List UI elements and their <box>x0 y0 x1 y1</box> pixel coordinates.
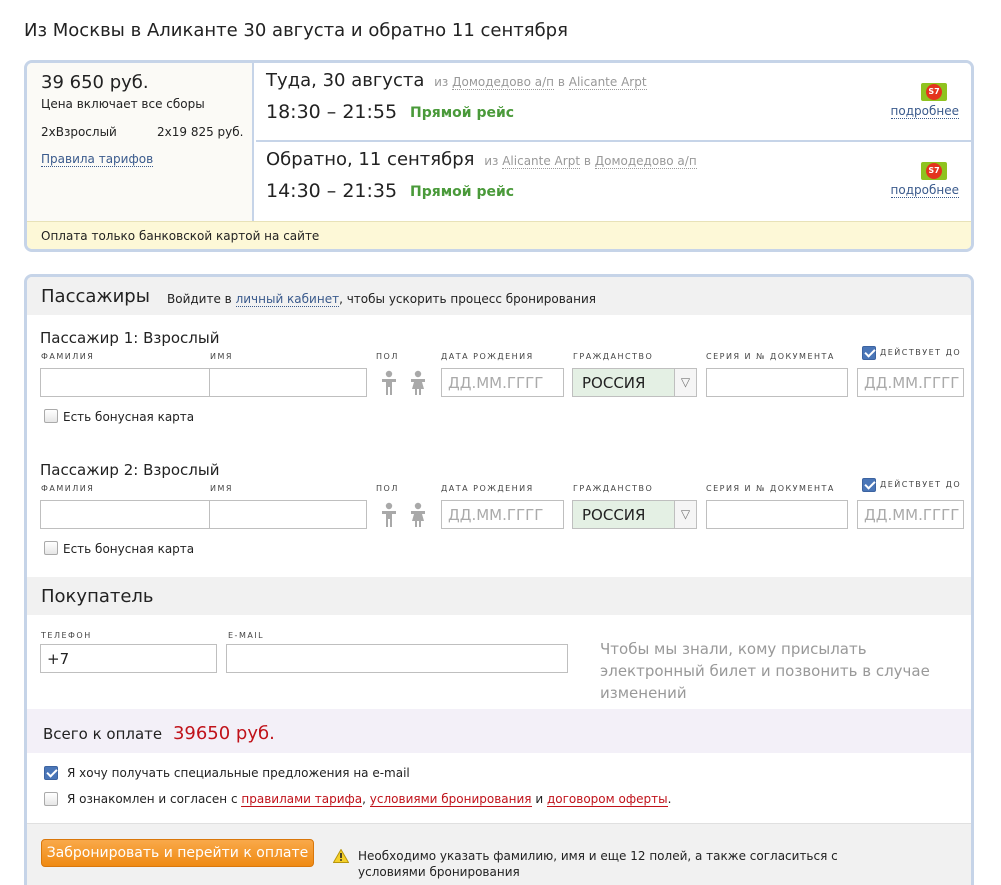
email-label: e-mail <box>228 631 265 640</box>
total-price: 39 650 руб. <box>41 72 149 93</box>
terms-label: Я ознакомлен и согласен с правилами тари… <box>67 792 672 807</box>
total-amount: 39650 руб. <box>172 723 275 744</box>
offer-contract-link[interactable]: договором оферты <box>546 792 668 807</box>
buyer-title: Покупатель <box>41 586 154 607</box>
birthdate-input[interactable]: ДД.ММ.ГГГГ <box>441 500 564 529</box>
valid-until-input[interactable]: ДД.ММ.ГГГГ <box>857 368 964 397</box>
price-note: Цена включает все сборы <box>41 97 205 111</box>
valid-until-checkbox[interactable] <box>862 478 876 492</box>
document-input[interactable] <box>706 368 848 397</box>
citizenship-value: РОССИЯ <box>582 506 646 524</box>
citizenship-label: гражданство <box>573 484 654 493</box>
phone-label: телефон <box>41 631 92 640</box>
offers-label: Я хочу получать специальные предложения … <box>67 766 410 780</box>
valid-until-checkbox[interactable] <box>862 346 876 360</box>
terms-checkbox[interactable] <box>44 792 58 806</box>
document-label: серия и № документа <box>706 352 835 361</box>
buyer-header: Покупатель <box>27 577 971 615</box>
bonus-card-label: Есть бонусная карта <box>63 542 195 556</box>
surname-label: фамилия <box>41 484 95 493</box>
name-label: имя <box>210 352 233 361</box>
citizenship-label: гражданство <box>573 352 654 361</box>
birthdate-label: дата рождения <box>441 484 534 493</box>
name-input[interactable] <box>209 500 367 529</box>
phone-input[interactable]: +7 <box>40 644 217 673</box>
segment-route: из Alicante Arpt в Домодедово а/п <box>484 154 697 169</box>
surname-input[interactable] <box>40 500 210 529</box>
passenger-count: 2хВзрослый <box>41 125 117 139</box>
bonus-card-label: Есть бонусная карта <box>63 410 195 424</box>
citizenship-select[interactable]: РОССИЯ ▽ <box>572 500 697 529</box>
book-and-pay-button[interactable]: Забронировать и перейти к оплате <box>41 839 314 867</box>
dropdown-arrow-icon: ▽ <box>674 501 696 528</box>
dropdown-arrow-icon: ▽ <box>674 369 696 396</box>
offers-checkbox[interactable] <box>44 766 58 780</box>
surname-label: фамилия <box>41 352 95 361</box>
name-input[interactable] <box>209 368 367 397</box>
segment-details-link[interactable]: подробнее <box>890 104 959 119</box>
segment-time: 18:30 – 21:55 <box>266 101 398 123</box>
tariff-rules-link[interactable]: Правила тарифов <box>41 152 154 167</box>
segment-time: 14:30 – 21:35 <box>266 180 398 202</box>
citizenship-value: РОССИЯ <box>582 374 646 392</box>
s7-airline-logo: S7 <box>921 162 947 180</box>
total-bar: Всего к оплате 39650 руб. <box>27 709 971 753</box>
valid-until-input[interactable]: ДД.ММ.ГГГГ <box>857 500 964 529</box>
s7-airline-logo: S7 <box>921 83 947 101</box>
surname-input[interactable] <box>40 368 210 397</box>
valid-until-label: действует до <box>880 480 962 489</box>
passenger-title: Пассажир 2: Взрослый <box>40 461 220 479</box>
male-gender-icon[interactable] <box>379 502 399 528</box>
login-hint: Войдите в личный кабинет, чтобы ускорить… <box>167 292 597 307</box>
gender-label: пол <box>376 484 399 493</box>
bonus-card-checkbox[interactable] <box>44 409 58 423</box>
segment-title: Туда, 30 августа <box>266 70 425 91</box>
arrival-airport-link[interactable]: Alicante Arpt <box>568 75 647 90</box>
passengers-title: Пассажиры <box>41 286 150 307</box>
name-label: имя <box>210 484 233 493</box>
passengers-header: Пассажиры Войдите в личный кабинет, чтоб… <box>27 277 971 315</box>
departure-airport-link[interactable]: Alicante Arpt <box>502 154 581 169</box>
action-bar: Забронировать и перейти к оплате Необход… <box>27 823 971 885</box>
total-label: Всего к оплате <box>43 725 163 743</box>
booking-form-card: Пассажиры Войдите в личный кабинет, чтоб… <box>24 274 974 885</box>
booking-conditions-link[interactable]: условиями бронирования <box>369 792 532 807</box>
segment-outbound: Туда, 30 августа из Домодедово а/п в Ali… <box>256 63 971 142</box>
bonus-card-checkbox[interactable] <box>44 541 58 555</box>
buyer-hint: Чтобы мы знали, кому присылать электронн… <box>600 640 930 702</box>
birthdate-label: дата рождения <box>441 352 534 361</box>
page-title: Из Москвы в Аликанте 30 августа и обратн… <box>24 20 568 41</box>
tariff-rules-terms-link[interactable]: правилами тарифа <box>241 792 363 807</box>
payment-note: Оплата только банковской картой на сайте <box>27 221 971 249</box>
male-gender-icon[interactable] <box>379 370 399 396</box>
segment-title: Обратно, 11 сентября <box>266 149 475 170</box>
segment-route: из Домодедово а/п в Alicante Arpt <box>434 75 647 90</box>
arrival-airport-link[interactable]: Домодедово а/п <box>594 154 697 169</box>
document-label: серия и № документа <box>706 484 835 493</box>
warning-text: Необходимо указать фамилию, имя и еще 12… <box>358 849 838 879</box>
segment-return: Обратно, 11 сентября из Alicante Arpt в … <box>256 142 971 221</box>
personal-account-link[interactable]: личный кабинет <box>235 292 340 307</box>
female-gender-icon[interactable] <box>408 502 428 528</box>
female-gender-icon[interactable] <box>408 370 428 396</box>
direct-flight-label: Прямой рейс <box>410 105 515 121</box>
price-box: 39 650 руб. Цена включает все сборы 2хВз… <box>27 63 254 221</box>
passenger-title: Пассажир 1: Взрослый <box>40 329 220 347</box>
citizenship-select[interactable]: РОССИЯ ▽ <box>572 368 697 397</box>
birthdate-input[interactable]: ДД.ММ.ГГГГ <box>441 368 564 397</box>
passenger-sum: 2х19 825 руб. <box>157 125 244 139</box>
direct-flight-label: Прямой рейс <box>410 184 515 200</box>
warning-icon <box>333 849 349 863</box>
segment-details-link[interactable]: подробнее <box>890 183 959 198</box>
document-input[interactable] <box>706 500 848 529</box>
email-input[interactable] <box>226 644 568 673</box>
flight-summary-card: 39 650 руб. Цена включает все сборы 2хВз… <box>24 60 974 252</box>
departure-airport-link[interactable]: Домодедово а/п <box>452 75 555 90</box>
gender-label: пол <box>376 352 399 361</box>
valid-until-label: действует до <box>880 348 962 357</box>
